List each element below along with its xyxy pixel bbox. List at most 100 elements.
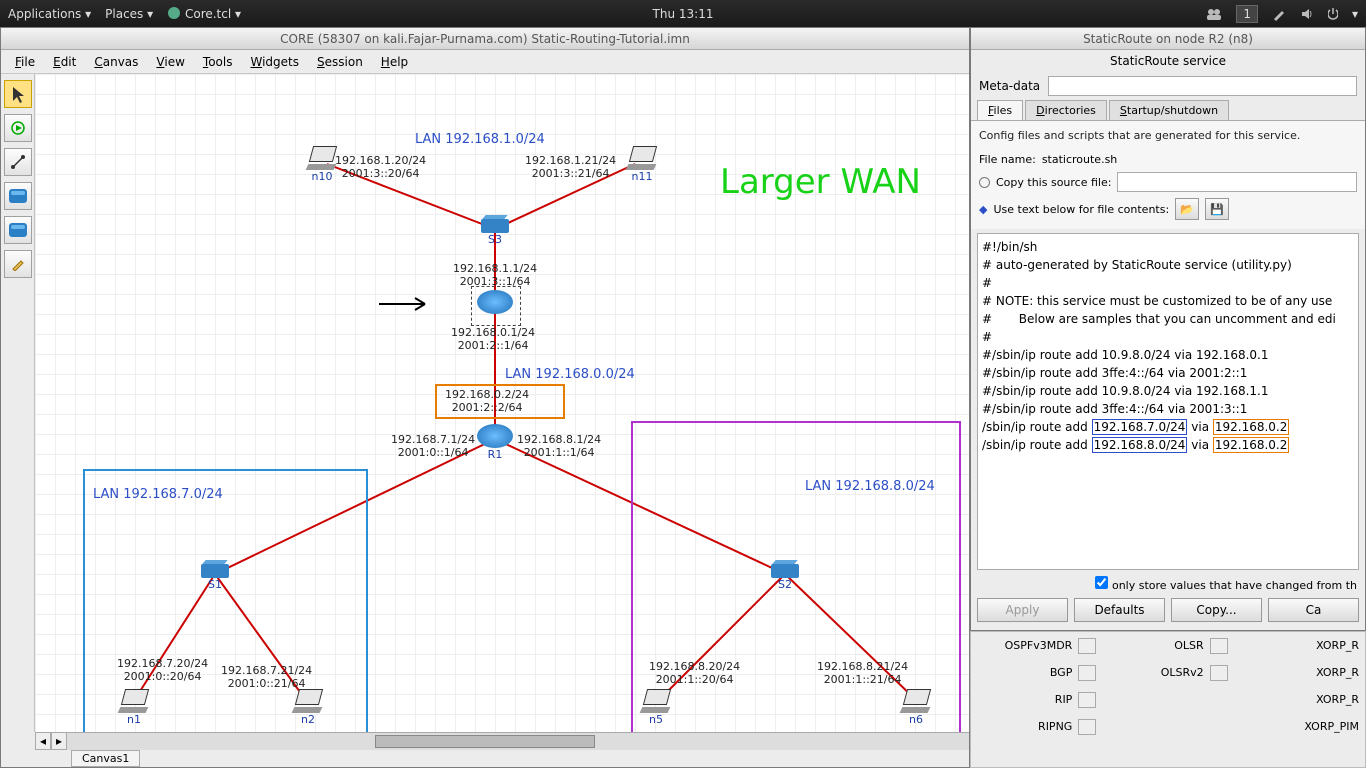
svc-xorp0[interactable]: XORP_R [1316,639,1359,652]
usetext-label: Use text below for file contents: [993,203,1169,216]
script-textarea[interactable]: #!/bin/sh # auto-generated by StaticRout… [977,233,1359,570]
cfg-icon[interactable] [1078,638,1096,654]
dialog-subtitle: StaticRoute service [971,50,1365,72]
clock[interactable]: Thu 13:11 [653,7,714,21]
menu-help[interactable]: Help [373,53,416,71]
svc-rip[interactable]: RIP [1055,693,1073,706]
canvas-tab[interactable]: Canvas1 [71,750,140,767]
places-menu[interactable]: Places ▾ [105,7,153,21]
router-tool[interactable] [4,182,32,210]
svc-xorp2[interactable]: XORP_R [1316,693,1359,706]
window-title: CORE (58307 on kali.Fajar-Purnama.com) S… [1,28,969,50]
metadata-input[interactable] [1048,76,1357,96]
cfg-icon[interactable] [1078,665,1096,681]
node-n10[interactable]: n10 [305,146,339,183]
copy-source-input[interactable] [1117,172,1357,192]
only-store-checkbox[interactable] [1095,576,1108,589]
node-s3[interactable]: S3 [481,219,509,246]
node-n1[interactable]: n1 [117,689,151,726]
dialog-title: StaticRoute on node R2 (n8) [971,28,1365,50]
n6-ip: 192.168.8.21/24 2001:1::21/64 [817,660,908,686]
copy-button[interactable]: Copy... [1171,598,1262,622]
r2-top-ip: 192.168.1.1/24 2001:3::1/64 [453,262,537,288]
apply-button[interactable]: Apply [977,598,1068,622]
annotate-tool[interactable] [4,250,32,278]
n5-ip: 192.168.8.20/24 2001:1::20/64 [649,660,740,686]
users-icon[interactable] [1206,7,1222,21]
menu-canvas[interactable]: Canvas [86,53,146,71]
canvas-tab-arrows[interactable]: ◂▸ [35,732,67,750]
svc-xorp3[interactable]: XORP_PIM [1304,720,1359,733]
cfg-icon[interactable] [1210,638,1228,654]
metadata-label: Meta-data [979,79,1040,93]
tab-startup[interactable]: Startup/shutdown [1109,100,1229,120]
svc-ospfv3mdr[interactable]: OSPFv3MDR [1005,639,1073,652]
node-n5[interactable]: n5 [639,689,673,726]
save-file-icon[interactable]: 💾 [1205,198,1229,220]
svc-bgp[interactable]: BGP [1050,666,1073,679]
dialog-tabs: Files Directories Startup/shutdown [971,100,1365,120]
filename-value[interactable]: staticroute.sh [1042,153,1357,166]
svc-ripng[interactable]: RIPNG [1038,720,1072,733]
run-tool[interactable] [4,114,32,142]
link-tool[interactable] [4,148,32,176]
workspace-indicator[interactable]: 1 [1236,5,1258,23]
menu-session[interactable]: Session [309,53,371,71]
node-n2[interactable]: n2 [291,689,325,726]
menu-tools[interactable]: Tools [195,53,241,71]
filename-label: File name: [979,153,1036,166]
left-toolbar [1,74,35,732]
cancel-button[interactable]: Ca [1268,598,1359,622]
r1-left-ip: 192.168.7.1/24 2001:0::1/64 [391,433,475,459]
menu-edit[interactable]: Edit [45,53,84,71]
gnome-top-panel: Applications ▾ Places ▾ Core.tcl ▾ Thu 1… [0,0,1366,27]
n10-ip: 192.168.1.20/24 2001:3::20/64 [335,154,426,180]
tab-directories[interactable]: Directories [1025,100,1107,120]
lan1-label: LAN 192.168.1.0/24 [415,132,545,147]
node-s1[interactable]: S1 [201,564,229,591]
volume-icon[interactable] [1300,7,1314,21]
tab-description: Config files and scripts that are genera… [979,127,1357,150]
power-icon[interactable] [1328,7,1338,21]
services-panel: OSPFv3MDR BGP RIP RIPNG OLSR OLSRv2 XORP… [970,631,1366,768]
only-store-label: only store values that have changed from… [1112,579,1357,592]
copy-source-label: Copy this source file: [996,176,1111,189]
n2-ip: 192.168.7.21/24 2001:0::21/64 [221,664,312,690]
menu-view[interactable]: View [148,53,192,71]
dropdown-icon[interactable]: ▾ [1352,7,1358,21]
system-tray: 1 ▾ [1206,5,1358,23]
cfg-icon[interactable] [1078,719,1096,735]
core-main-window: CORE (58307 on kali.Fajar-Purnama.com) S… [0,27,970,768]
h-scrollbar[interactable] [35,732,969,750]
node-s2[interactable]: S2 [771,564,799,591]
cfg-icon[interactable] [1210,665,1228,681]
arrow-icon [375,292,435,316]
canvas-area[interactable]: LAN 192.168.1.0/24 LAN 192.168.0.0/24 LA… [35,74,969,732]
node-r2[interactable] [477,290,513,314]
node-r1[interactable]: R1 [477,424,513,461]
svc-xorp1[interactable]: XORP_R [1316,666,1359,679]
menu-file[interactable]: File [7,53,43,71]
brush-icon[interactable] [1272,7,1286,21]
r1-right-ip: 192.168.8.1/24 2001:1::1/64 [517,433,601,459]
svc-olsrv2[interactable]: OLSRv2 [1161,666,1204,679]
svc-olsr[interactable]: OLSR [1174,639,1203,652]
node-n11[interactable]: n11 [625,146,659,183]
tab-files[interactable]: Files [977,100,1023,120]
select-tool[interactable] [4,80,32,108]
staticroute-dialog: StaticRoute on node R2 (n8) StaticRoute … [970,27,1366,631]
larger-wan-label: Larger WAN [720,162,921,202]
defaults-button[interactable]: Defaults [1074,598,1165,622]
hub-tool[interactable] [4,216,32,244]
n11-ip: 192.168.1.21/24 2001:3::21/64 [525,154,616,180]
node-n6[interactable]: n6 [899,689,933,726]
cfg-icon[interactable] [1078,692,1096,708]
open-file-icon[interactable]: 📂 [1175,198,1199,220]
menu-widgets[interactable]: Widgets [242,53,307,71]
copy-source-radio[interactable] [979,177,990,188]
app-menu[interactable]: Core.tcl ▾ [167,6,241,21]
applications-menu[interactable]: Applications ▾ [8,7,91,21]
tab-body: Config files and scripts that are genera… [971,120,1365,229]
usetext-radio-icon[interactable]: ◆ [979,203,987,216]
lan0-label: LAN 192.168.0.0/24 [505,367,635,382]
